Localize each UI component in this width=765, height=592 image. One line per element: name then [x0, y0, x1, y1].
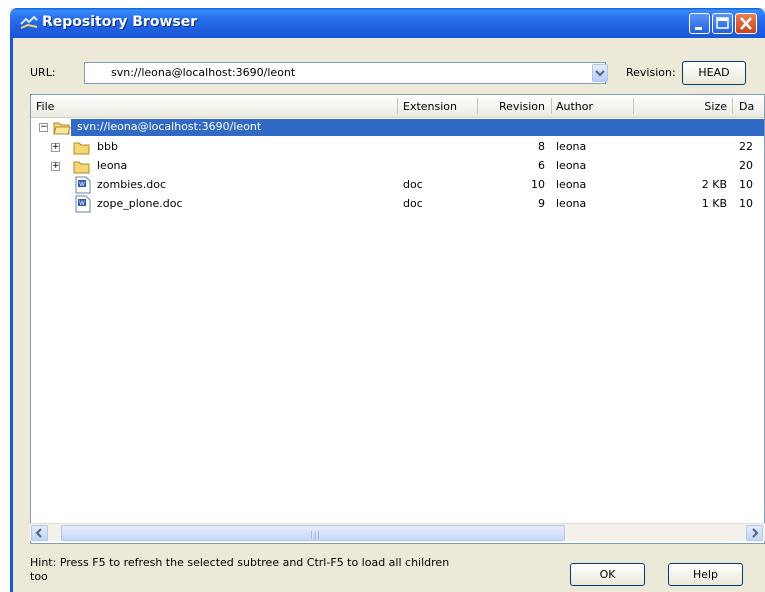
tree-root-row[interactable]: − svn://leona@localhost:3690/leont — [31, 119, 764, 138]
hint-text: Hint: Press F5 to refresh the selected s… — [30, 556, 450, 583]
expand-toggle[interactable]: + — [51, 162, 60, 171]
file-date: 22 — [739, 140, 753, 153]
revision-label: Revision: — [626, 66, 676, 79]
svg-text:W: W — [79, 200, 85, 207]
chevron-down-icon — [595, 70, 605, 77]
word-document-icon: W — [75, 195, 91, 213]
column-file[interactable]: File — [36, 100, 54, 113]
file-revision: 6 — [538, 159, 545, 172]
arrow-right-icon — [752, 528, 759, 538]
file-extension: doc — [403, 178, 423, 191]
help-button[interactable]: Help — [668, 563, 743, 586]
file-size: 1 KB — [701, 197, 727, 210]
repository-browser-window: Repository Browser URL: svn://leona@loca… — [10, 8, 765, 592]
scroll-left-button[interactable] — [31, 525, 48, 541]
grip-icon: ||| — [310, 530, 322, 539]
word-document-icon: W — [75, 176, 91, 194]
maximize-button[interactable] — [712, 13, 733, 34]
folder-icon — [73, 142, 90, 155]
column-header: File Extension Revision Author Size Da — [31, 95, 764, 118]
tree-root-label: svn://leona@localhost:3690/leont — [75, 120, 264, 133]
close-icon — [740, 17, 752, 30]
file-name: leona — [97, 159, 128, 172]
tree-row-bbb[interactable]: + bbb 8 leona 22 — [31, 138, 764, 157]
file-revision: 9 — [538, 197, 545, 210]
file-author: leona — [556, 159, 587, 172]
file-revision: 8 — [538, 140, 545, 153]
minimize-button[interactable] — [689, 13, 710, 34]
app-icon — [20, 15, 38, 29]
file-author: leona — [556, 197, 587, 210]
url-combobox[interactable]: svn://leona@localhost:3690/leont — [84, 62, 606, 84]
column-revision[interactable]: Revision — [477, 100, 545, 113]
column-date[interactable]: Da — [739, 100, 754, 113]
window-title: Repository Browser — [42, 14, 198, 30]
column-extension[interactable]: Extension — [403, 100, 457, 113]
svg-text:W: W — [79, 181, 85, 188]
tree-row-zope-plone-doc[interactable]: W zope_plone.doc doc 9 leona 1 KB 10 — [31, 195, 764, 214]
column-divider[interactable] — [397, 98, 398, 114]
collapse-toggle[interactable]: − — [39, 123, 48, 132]
file-extension: doc — [403, 197, 423, 210]
tree-row-leona[interactable]: + leona 6 leona 20 — [31, 157, 764, 176]
file-author: leona — [556, 178, 587, 191]
maximize-icon — [716, 17, 729, 29]
column-size[interactable]: Size — [633, 100, 727, 113]
window-border — [10, 38, 13, 592]
url-dropdown-button[interactable] — [592, 64, 608, 82]
minimize-icon — [695, 27, 702, 30]
file-name: bbb — [97, 140, 118, 153]
scroll-thumb[interactable]: ||| — [61, 525, 565, 541]
file-revision: 10 — [531, 178, 545, 191]
column-divider[interactable] — [551, 98, 552, 114]
close-button[interactable] — [735, 13, 757, 34]
file-date: 10 — [739, 178, 753, 191]
repository-tree-list[interactable]: File Extension Revision Author Size Da −… — [30, 94, 765, 544]
file-name: zope_plone.doc — [97, 197, 183, 210]
ok-button[interactable]: OK — [570, 563, 645, 586]
url-value[interactable]: svn://leona@localhost:3690/leont — [111, 66, 295, 79]
arrow-left-icon — [35, 528, 42, 538]
expand-toggle[interactable]: + — [51, 143, 60, 152]
revision-head-button[interactable]: HEAD — [682, 61, 746, 85]
folder-icon — [73, 161, 90, 174]
title-bar[interactable]: Repository Browser — [10, 8, 765, 38]
file-date: 10 — [739, 197, 753, 210]
folder-open-icon — [53, 122, 71, 135]
file-name: zombies.doc — [97, 178, 167, 191]
file-author: leona — [556, 140, 587, 153]
column-divider[interactable] — [732, 98, 733, 114]
scroll-right-button[interactable] — [746, 525, 763, 541]
file-date: 20 — [739, 159, 753, 172]
tree-row-zombies-doc[interactable]: W zombies.doc doc 10 leona 2 KB 10 — [31, 176, 764, 195]
horizontal-scrollbar[interactable]: ||| — [30, 523, 765, 541]
column-author[interactable]: Author — [556, 100, 593, 113]
url-label: URL: — [30, 66, 56, 79]
file-size: 2 KB — [701, 178, 727, 191]
